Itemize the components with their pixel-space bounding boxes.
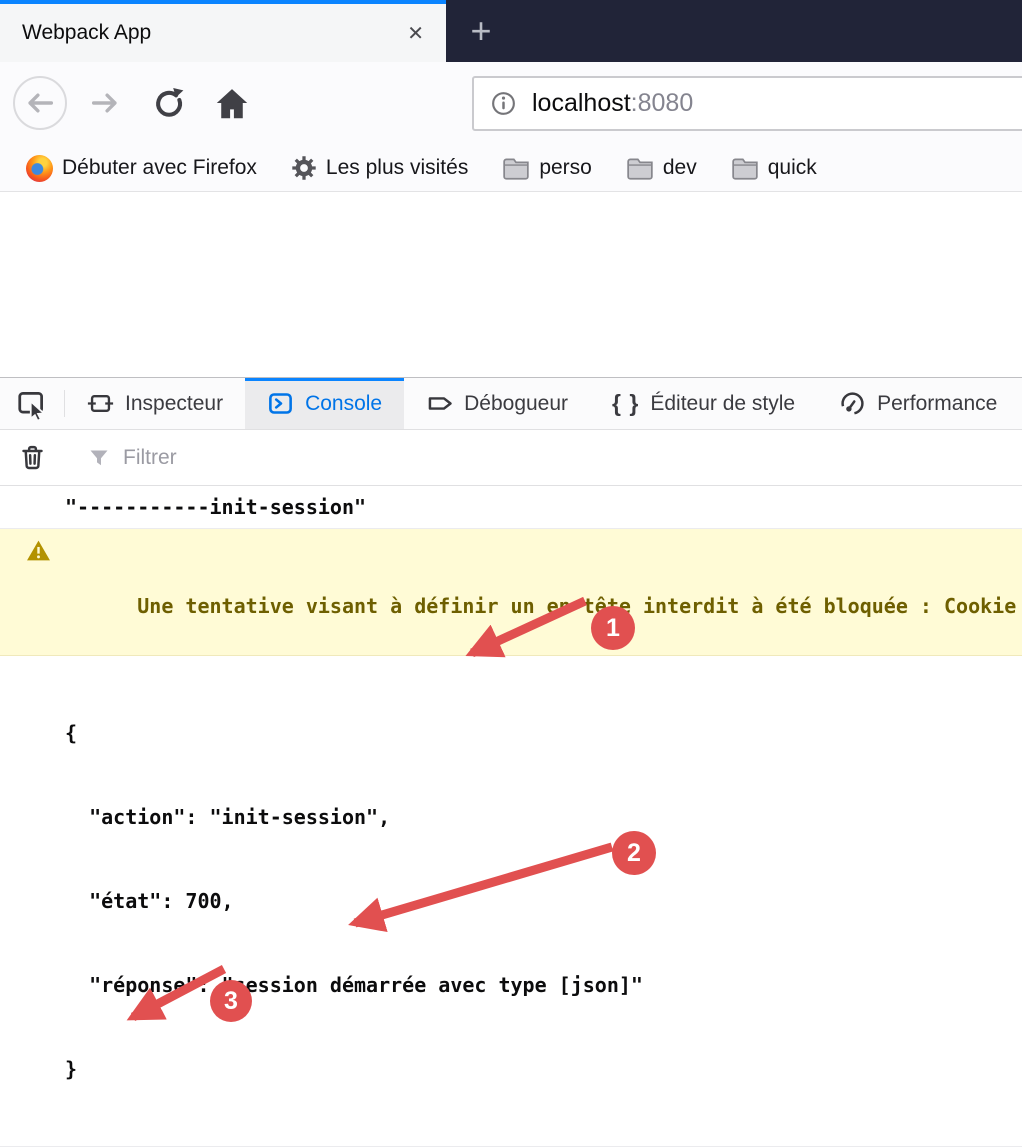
tab-inspecteur[interactable]: Inspecteur [65,378,245,429]
tab-label: Inspecteur [125,392,223,416]
pick-element-icon [17,389,47,419]
json-line: } [65,1055,1006,1083]
json-line: "action": "init-session", [65,803,1006,831]
bookmark-folder-dev[interactable]: dev [626,156,697,181]
tab-label: Éditeur de style [650,392,795,416]
console-toolbar [0,430,1022,486]
bookmark-label: Débuter avec Firefox [62,156,257,180]
console-icon [267,390,294,417]
devtools-panel: Inspecteur Console Débogueur { } Éditeur… [0,377,1022,1148]
annotation-badge-3: 3 [210,980,252,1022]
tab-title: Webpack App [22,21,401,45]
pick-element-button[interactable] [0,378,64,429]
trash-icon [19,444,46,471]
debugger-icon [426,390,453,417]
warning-icon [26,538,51,563]
tab-label: Console [305,392,382,416]
performance-icon [839,390,866,417]
tab-console[interactable]: Console [245,378,404,429]
tab-performance[interactable]: Performance [817,378,1019,429]
folder-icon [502,156,530,181]
warning-text: Une tentative visant à définir un en-têt… [137,594,1016,618]
forward-arrow-icon [88,86,122,120]
forward-button[interactable] [83,81,127,125]
console-log-row: "-----------init-session" [0,486,1022,529]
bookmark-label: quick [768,156,817,180]
reload-icon [151,85,187,121]
new-tab-button[interactable]: + [458,0,504,62]
devtools-tabbar: Inspecteur Console Débogueur { } Éditeur… [0,378,1022,430]
bookmarks-bar: Débuter avec Firefox Les plus visités pe… [0,145,1022,192]
folder-icon [626,156,654,181]
bookmark-label: dev [663,156,697,180]
url-bar[interactable]: localhost:8080 [472,76,1022,131]
filter-funnel-icon [87,446,111,470]
tab-close-icon[interactable]: ✕ [401,19,430,48]
browser-tab[interactable]: Webpack App ✕ [0,0,446,62]
firefox-icon [26,155,53,182]
info-icon [490,90,517,117]
console-output: "-----------init-session" Une tentative … [0,486,1022,1148]
console-warning-row: Une tentative visant à définir un en-têt… [0,529,1022,656]
tab-label: Performance [877,392,997,416]
back-arrow-icon [23,86,57,120]
console-json-row: { "action": "init-session", "état": 700,… [0,656,1022,1147]
home-icon [213,85,251,123]
bookmark-folder-perso[interactable]: perso [502,156,592,181]
style-editor-icon: { } [612,390,639,417]
reload-button[interactable] [148,82,190,124]
tab-debogueur[interactable]: Débogueur [404,378,590,429]
back-button[interactable] [13,76,67,130]
bookmark-debuter-avec-firefox[interactable]: Débuter avec Firefox [26,155,257,182]
bookmark-label: perso [539,156,592,180]
gear-icon [291,155,317,181]
home-button[interactable] [210,82,254,126]
annotation-badge-2: 2 [612,831,656,875]
url-text: localhost:8080 [532,89,693,118]
annotation-badge-1: 1 [591,606,635,650]
navigation-toolbar: localhost:8080 [0,62,1022,145]
bookmark-label: Les plus visités [326,156,468,180]
tab-strip: Webpack App ✕ + [0,0,1022,62]
tab-label: Débogueur [464,392,568,416]
inspector-icon [87,390,114,417]
json-line: "réponse": "session démarrée avec type [… [65,971,1006,999]
page-content [0,192,1022,377]
log-text: "-----------init-session" [65,495,366,519]
filter-input[interactable] [123,446,1022,470]
bookmark-folder-les-plus-visites[interactable]: Les plus visités [291,155,468,181]
json-line: "état": 700, [65,887,1006,915]
bookmark-folder-quick[interactable]: quick [731,156,817,181]
json-line: { [65,719,1006,747]
clear-console-button[interactable] [0,444,64,471]
tab-editeur-de-style[interactable]: { } Éditeur de style [590,378,817,429]
url-port: :8080 [631,89,694,117]
folder-icon [731,156,759,181]
url-host: localhost [532,89,631,117]
